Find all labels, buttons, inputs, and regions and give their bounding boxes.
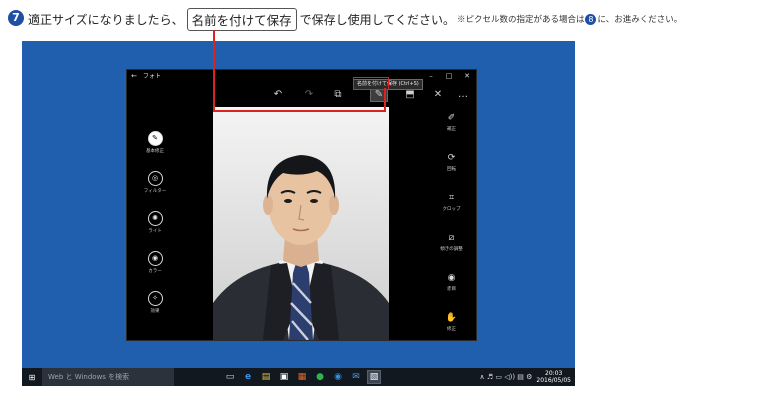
straighten-icon: ⧄ — [448, 232, 455, 243]
panel-item-label: 回転 — [447, 167, 456, 172]
panel-item-effects[interactable]: ✧ 効果 — [127, 291, 183, 314]
panel-item-label: 赤目 — [447, 287, 456, 292]
edit-toolbar: ↶ ↷ ⧉ ✎ ⬒ ✕ … — [127, 81, 476, 107]
title-bar: ← フォト – □ ✕ — [127, 70, 476, 81]
start-windows-icon[interactable]: ⊞ — [22, 368, 42, 386]
right-edit-panel: ✐ 補正 ⟳ 回転 ⌗ クロップ ⧄ 傾きの調整 ◉ 赤目 ✋ 修正 — [427, 107, 476, 340]
panel-item-crop[interactable]: ⌗ クロップ — [427, 191, 476, 213]
panel-item-label: 効果 — [150, 309, 160, 314]
callout-highlight-box — [353, 77, 389, 90]
more-options-icon[interactable]: … — [455, 87, 471, 101]
close-edit-icon[interactable]: ✕ — [430, 87, 446, 101]
green-app-icon[interactable]: ● — [314, 371, 326, 383]
media-app-icon[interactable]: ▦ — [296, 371, 308, 383]
save-as-label-box: 名前を付けて保存 — [186, 7, 297, 31]
panel-item-red-eye[interactable]: ◉ 赤目 — [427, 271, 476, 293]
panel-item-label: 基本修正 — [146, 149, 164, 154]
file-explorer-icon[interactable]: ▤ — [260, 371, 272, 383]
panel-item-basic-fix[interactable]: ✎ 基本修正 — [127, 131, 183, 154]
photos-app-icon[interactable]: ▧ — [367, 370, 381, 384]
taskbar-search-input[interactable]: Web と Windows を検索 — [42, 368, 174, 386]
note-prefix: ※ピクセル数の指定がある場合は — [456, 15, 585, 25]
mail-icon[interactable]: ✉ — [350, 371, 362, 383]
panel-item-rotate[interactable]: ⟳ 回転 — [427, 151, 476, 173]
callout-line-vertical — [213, 30, 215, 111]
effects-icon: ✧ — [147, 291, 163, 306]
minimize-button[interactable]: – — [422, 72, 440, 80]
panel-item-filters[interactable]: ◎ フィルター — [127, 171, 183, 194]
panel-item-enhance[interactable]: ✐ 補正 — [427, 111, 476, 133]
compare-icon[interactable]: ⧉ — [330, 87, 346, 101]
system-tray: ∧ ♬ ▭ ◁)) ▤ ⚙ 20:03 2016/05/05 — [480, 370, 575, 384]
clock-date: 2016/05/05 — [536, 377, 571, 384]
window-title: フォト — [143, 73, 162, 80]
callout-line-connector — [384, 88, 386, 112]
instruction-text: 適正サイズになりましたら、 名前を付けて保存 で保存し使用してください。 ※ピク… — [28, 7, 682, 31]
retouch-hand-icon: ✋ — [445, 312, 458, 323]
undo-icon[interactable]: ↶ — [270, 87, 286, 101]
note-step-badge: 8 — [585, 14, 597, 25]
window-controls: – □ ✕ — [422, 72, 476, 80]
color-icon: ◉ — [147, 251, 163, 266]
blue-app-icon[interactable]: ◉ — [332, 371, 344, 383]
crop-icon: ⌗ — [448, 192, 455, 203]
store-icon[interactable]: ▣ — [278, 371, 290, 383]
instruction-text-after: で保存し使用してください。 — [299, 12, 455, 27]
magic-wand-icon: ✎ — [147, 131, 163, 146]
filter-icon: ◎ — [147, 171, 163, 186]
panel-item-color[interactable]: ◉ カラー — [127, 251, 183, 274]
step-badge: 7 — [8, 10, 24, 26]
redo-icon[interactable]: ↷ — [301, 87, 317, 101]
eye-icon: ◉ — [447, 272, 456, 283]
light-icon: ✺ — [147, 211, 163, 226]
panel-item-retouch[interactable]: ✋ 修正 — [427, 311, 476, 333]
task-view-icon[interactable]: ▭ — [224, 371, 236, 383]
clock[interactable]: 20:03 2016/05/05 — [536, 370, 571, 384]
panel-item-label: 補正 — [447, 127, 456, 132]
panel-item-label: ライト — [148, 229, 162, 234]
callout-line-horizontal — [213, 110, 386, 112]
panel-item-label: カラー — [148, 269, 162, 274]
back-arrow-icon[interactable]: ← — [127, 72, 141, 80]
clock-time: 20:03 — [545, 370, 563, 377]
note-suffix: に、お進みください。 — [597, 15, 683, 25]
maximize-button[interactable]: □ — [440, 72, 458, 80]
panel-item-light[interactable]: ✺ ライト — [127, 211, 183, 234]
taskbar: ⊞ Web と Windows を検索 ▭ e ▤ ▣ ▦ ● ◉ ✉ ▧ ∧ … — [22, 368, 575, 386]
portrait-image — [213, 107, 389, 340]
panel-item-straighten[interactable]: ⧄ 傾きの調整 — [427, 231, 476, 253]
enhance-wand-icon: ✐ — [447, 112, 456, 123]
panel-item-label: クロップ — [442, 207, 461, 212]
taskbar-apps: ▭ e ▤ ▣ ▦ ● ◉ ✉ ▧ — [224, 370, 381, 384]
instruction-note: ※ピクセル数の指定がある場合は 8 に、お進みください。 — [457, 13, 682, 25]
panel-item-label: 傾きの調整 — [440, 247, 463, 252]
edge-browser-icon[interactable]: e — [242, 371, 254, 383]
tray-icons[interactable]: ∧ ♬ ▭ ◁)) ▤ ⚙ — [480, 373, 533, 381]
panel-item-label: 修正 — [447, 327, 456, 332]
close-window-button[interactable]: ✕ — [458, 72, 476, 80]
left-edit-panel: ✎ 基本修正 ◎ フィルター ✺ ライト ◉ カラー ✧ 効果 — [127, 107, 183, 340]
rotate-icon: ⟳ — [447, 152, 456, 163]
instruction-text-before: 適正サイズになりましたら、 — [28, 12, 184, 27]
edited-photo[interactable] — [213, 107, 389, 340]
panel-item-label: フィルター — [143, 189, 167, 194]
